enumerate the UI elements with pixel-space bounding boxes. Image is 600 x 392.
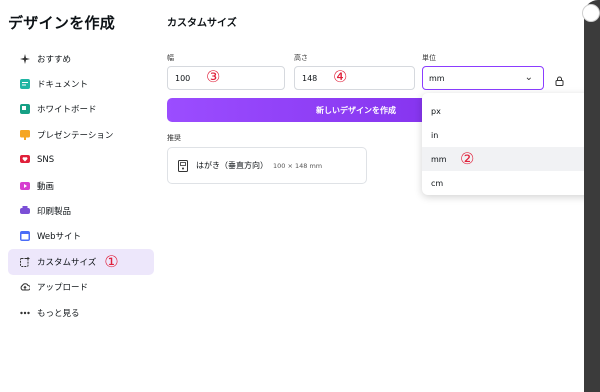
option-label: px bbox=[431, 106, 441, 116]
upload-icon bbox=[20, 282, 30, 292]
sidebar-item-print[interactable]: 印刷製品 bbox=[8, 198, 154, 223]
presentation-icon bbox=[20, 129, 30, 140]
sidebar-item-whiteboard[interactable]: ホワイトボード bbox=[8, 97, 154, 122]
sidebar-nav: おすすめ ドキュメント ホワイトボード プレゼンテーション SNS 動画 印刷製… bbox=[8, 46, 154, 325]
annotation-marker: ③ bbox=[206, 67, 221, 86]
sidebar-item-label: アップロード bbox=[37, 283, 89, 294]
sidebar-item-document[interactable]: ドキュメント bbox=[8, 71, 154, 96]
sparkle-icon bbox=[20, 53, 30, 64]
recommended-label: 推奨 bbox=[167, 134, 181, 142]
height-input[interactable]: 148 ④ bbox=[294, 66, 415, 90]
height-value: 148 bbox=[302, 73, 318, 83]
annotation-marker: ① bbox=[104, 251, 119, 271]
sidebar-item-website[interactable]: Webサイト bbox=[8, 224, 154, 249]
height-label: 高さ bbox=[294, 54, 308, 62]
custom-size-panel: カスタムサイズ 幅 100 ③ 高さ 148 ④ 単位 mm ⌄ 新しいデザイン… bbox=[160, 0, 584, 392]
sidebar-item-label: もっと見る bbox=[37, 308, 80, 319]
unit-option-mm[interactable]: mm ② bbox=[422, 147, 600, 171]
sidebar: デザインを作成 おすすめ ドキュメント ホワイトボード プレゼンテーション SN… bbox=[0, 0, 160, 392]
custom-size-icon bbox=[20, 256, 30, 267]
recommended-postcard-card[interactable]: はがき（垂直方向） 100 × 148 mm bbox=[167, 147, 367, 184]
unit-option-cm[interactable]: cm bbox=[422, 171, 600, 195]
width-value: 100 bbox=[175, 73, 191, 83]
annotation-marker: ② bbox=[460, 149, 475, 168]
sidebar-item-recommended[interactable]: おすすめ bbox=[8, 46, 154, 71]
unit-value: mm bbox=[429, 73, 445, 83]
website-icon bbox=[20, 231, 30, 242]
print-icon bbox=[20, 206, 30, 216]
postcard-icon bbox=[178, 159, 188, 172]
recommended-item-name: はがき（垂直方向） bbox=[196, 161, 268, 170]
sidebar-item-label: カスタムサイズ bbox=[37, 257, 97, 268]
sidebar-item-label: 印刷製品 bbox=[37, 207, 72, 218]
option-label: mm bbox=[431, 154, 447, 164]
sidebar-item-label: Webサイト bbox=[37, 232, 82, 243]
sidebar-item-presentation[interactable]: プレゼンテーション bbox=[8, 122, 154, 147]
page-title: カスタムサイズ bbox=[167, 18, 237, 29]
sidebar-item-label: おすすめ bbox=[37, 54, 72, 65]
unit-dropdown-menu: px in mm ② cm bbox=[422, 93, 600, 195]
chevron-down-icon: ⌄ bbox=[524, 72, 533, 83]
sidebar-item-custom-size[interactable]: カスタムサイズ ① bbox=[8, 249, 154, 275]
whiteboard-icon bbox=[20, 104, 30, 115]
sidebar-item-label: プレゼンテーション bbox=[37, 130, 114, 141]
close-button[interactable] bbox=[582, 4, 600, 22]
width-label: 幅 bbox=[167, 54, 174, 62]
sidebar-item-label: ドキュメント bbox=[37, 80, 89, 91]
sidebar-item-upload[interactable]: アップロード bbox=[8, 275, 154, 300]
lock-icon[interactable] bbox=[555, 71, 564, 90]
background-editor-edge bbox=[584, 0, 600, 392]
sidebar-item-label: ホワイトボード bbox=[37, 105, 97, 116]
sidebar-item-label: 動画 bbox=[37, 181, 55, 192]
sidebar-item-video[interactable]: 動画 bbox=[8, 173, 154, 198]
option-label: in bbox=[431, 130, 439, 140]
document-icon bbox=[20, 79, 30, 90]
option-label: cm bbox=[431, 178, 444, 188]
unit-select[interactable]: mm ⌄ bbox=[422, 66, 544, 90]
unit-label: 単位 bbox=[422, 54, 436, 62]
recommended-item-dims: 100 × 148 mm bbox=[273, 161, 323, 170]
unit-option-px[interactable]: px bbox=[422, 99, 600, 123]
sidebar-title: デザインを作成 bbox=[8, 14, 116, 32]
heart-icon bbox=[20, 155, 30, 165]
sidebar-item-more[interactable]: もっと見る bbox=[8, 300, 154, 325]
sidebar-item-label: SNS bbox=[37, 155, 55, 166]
sidebar-item-sns[interactable]: SNS bbox=[8, 148, 154, 173]
annotation-marker: ④ bbox=[333, 67, 348, 86]
more-icon bbox=[20, 308, 30, 318]
video-icon bbox=[20, 181, 30, 191]
unit-option-in[interactable]: in bbox=[422, 123, 600, 147]
width-input[interactable]: 100 ③ bbox=[167, 66, 285, 90]
